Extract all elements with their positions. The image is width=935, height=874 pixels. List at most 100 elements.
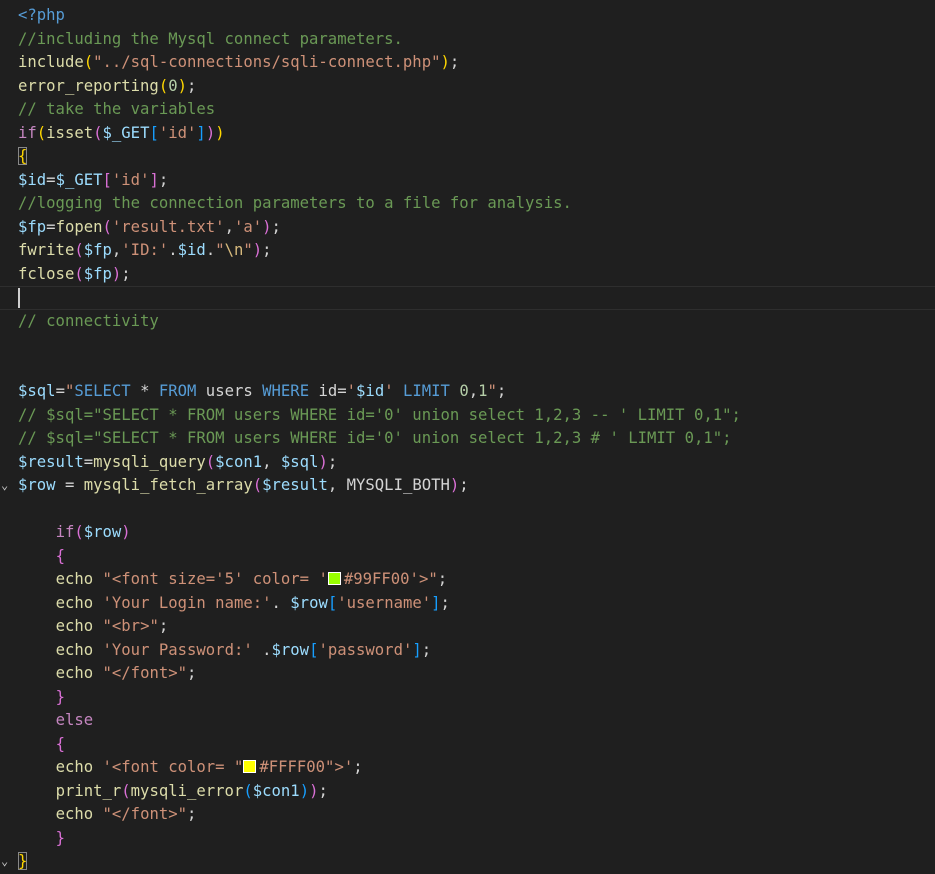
code-token: ) <box>252 241 263 259</box>
code-token: $con1 <box>252 781 300 800</box>
code-token: //logging the connection parameters to a… <box>18 194 572 212</box>
color-swatch-icon[interactable] <box>327 572 341 585</box>
code-line[interactable]: else <box>0 709 935 733</box>
code-token: id= <box>309 382 347 400</box>
code-line[interactable]: echo "</font>"; <box>0 803 935 827</box>
code-line[interactable]: //logging the connection parameters to a… <box>0 192 935 216</box>
code-line[interactable]: fclose($fp); <box>0 263 935 287</box>
code-token: ) <box>111 264 122 283</box>
code-token: ( <box>252 476 263 494</box>
code-token: 0 <box>459 382 469 400</box>
code-line[interactable]: error_reporting(0); <box>0 75 935 99</box>
code-line[interactable]: ⌄ $row = mysqli_fetch_array($result, MYSQ… <box>0 474 935 498</box>
code-token: echo <box>55 805 94 823</box>
code-token: ] <box>196 123 206 142</box>
code-line[interactable]: // take the variables <box>0 98 935 122</box>
code-token: , <box>327 476 347 494</box>
code-token: // take the variables <box>18 100 216 118</box>
code-token: { <box>55 546 65 565</box>
code-token: ( <box>74 264 84 283</box>
code-line[interactable]: // $sql="SELECT * FROM users WHERE id='0… <box>0 404 935 428</box>
code-token: ; <box>158 170 169 189</box>
code-token: //including the Mysql connect parameters… <box>18 29 403 48</box>
code-line[interactable]: <?php <box>0 4 935 28</box>
code-token: { <box>18 147 28 165</box>
code-token: . <box>252 640 272 659</box>
code-token: if <box>18 123 37 142</box>
code-token: $fp <box>18 217 47 236</box>
code-token: ( <box>243 781 253 800</box>
code-token: = <box>83 452 94 471</box>
code-token: $fp <box>83 264 112 283</box>
code-token: ; <box>437 570 448 588</box>
code-line[interactable]: $result=mysqli_query($con1, $sql); <box>0 451 935 475</box>
code-token: 0 <box>168 76 178 95</box>
code-line[interactable]: echo "</font>"; <box>0 662 935 686</box>
code-token: '<font color= " <box>102 758 244 776</box>
code-token: // $sql="SELECT * FROM users WHERE id='0… <box>18 405 741 424</box>
code-token: 'username' <box>337 593 432 612</box>
code-token: $id <box>356 382 385 400</box>
code-token: ' <box>384 382 394 400</box>
code-token: , <box>111 241 122 259</box>
code-token: 'a' <box>233 217 263 236</box>
code-token: echo <box>55 758 94 776</box>
code-token: ] <box>149 170 159 189</box>
code-line[interactable]: if($row) <box>0 521 935 545</box>
code-token: WHERE <box>262 382 310 400</box>
code-line[interactable] <box>0 357 935 381</box>
code-line[interactable]: echo '<font color= " #FFFF00">'; <box>0 756 935 780</box>
code-line[interactable]: } <box>0 827 935 851</box>
code-token: ; <box>449 53 460 71</box>
code-token: #FFFF00">' <box>259 758 354 776</box>
code-token: ( <box>83 53 94 71</box>
code-line[interactable]: // connectivity <box>0 310 935 334</box>
code-line[interactable]: { <box>0 733 935 757</box>
code-token: ; <box>318 781 328 800</box>
code-line[interactable]: ⌄} <box>0 850 935 874</box>
code-line[interactable]: // $sql="SELECT * FROM users WHERE id='0… <box>0 427 935 451</box>
code-token: = <box>46 170 56 189</box>
code-line[interactable] <box>0 333 935 357</box>
code-token: // connectivity <box>18 311 159 330</box>
fold-chevron-icon[interactable]: ⌄ <box>1 850 15 874</box>
code-token: 'result.txt' <box>111 217 225 236</box>
code-line[interactable]: echo "<br>"; <box>0 615 935 639</box>
color-swatch-icon[interactable] <box>243 760 257 773</box>
code-token: fopen <box>55 217 103 236</box>
code-line[interactable]: $fp=fopen('result.txt','a'); <box>0 216 935 240</box>
code-line[interactable]: echo 'Your Password:' .$row['password']; <box>0 639 935 663</box>
code-line[interactable]: include("../sql-connections/sqli-connect… <box>0 51 935 75</box>
code-line[interactable]: echo "<font size='5' color= ' #99FF00'>"; <box>0 568 935 592</box>
code-token: "<br>" <box>102 617 159 635</box>
code-line[interactable]: { <box>0 545 935 569</box>
code-token: $row <box>18 476 56 494</box>
code-line[interactable]: if(isset($_GET['id'])) <box>0 122 935 146</box>
code-token: #99FF00'>" <box>343 570 438 588</box>
code-line[interactable]: } <box>0 686 935 710</box>
code-line[interactable]: fwrite($fp,'ID:'.$id."\n"); <box>0 239 935 263</box>
code-token: ( <box>158 76 169 95</box>
code-line[interactable]: $id=$_GET['id']; <box>0 169 935 193</box>
code-token: "../sql-connections/sqli-connect.php" <box>93 53 441 71</box>
code-line[interactable]: //including the Mysql connect parameters… <box>0 28 935 52</box>
code-editor[interactable]: <?php //including the Mysql connect param… <box>0 4 935 874</box>
code-line[interactable] <box>0 286 935 310</box>
code-line[interactable] <box>0 498 935 522</box>
code-line[interactable]: echo 'Your Login name:'. $row['username'… <box>0 592 935 616</box>
code-token: fwrite <box>18 241 75 259</box>
code-line[interactable]: print_r(mysqli_error($con1)); <box>0 780 935 804</box>
code-line[interactable]: { <box>0 145 935 169</box>
code-token: 1 <box>478 382 488 400</box>
fold-chevron-icon[interactable]: ⌄ <box>1 474 15 498</box>
code-line[interactable]: $sql="SELECT * FROM users WHERE id='$id'… <box>0 380 935 404</box>
code-token: 'ID:' <box>121 241 169 259</box>
code-token: , <box>262 452 281 471</box>
